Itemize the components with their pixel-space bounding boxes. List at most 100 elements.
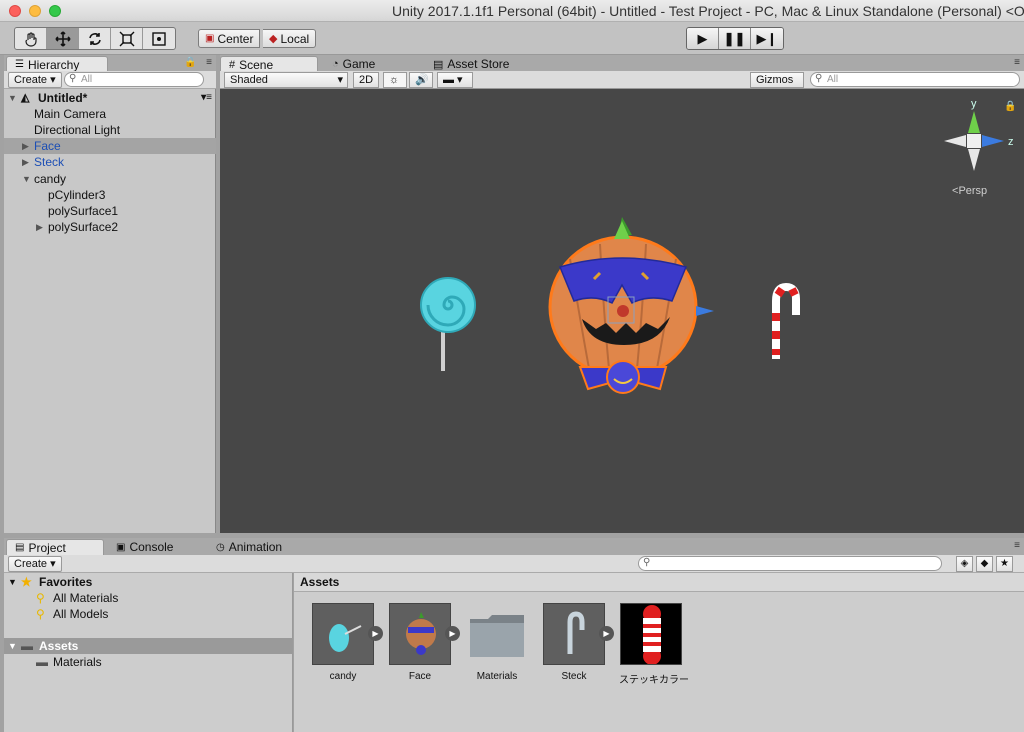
panel-menu-icon[interactable]: ≡ bbox=[206, 57, 212, 68]
collapse-arrow-icon[interactable]: ▼ bbox=[8, 638, 17, 654]
favorite-item[interactable]: ⚲ All Materials bbox=[4, 590, 293, 606]
favorites-label: Favorites bbox=[39, 575, 93, 589]
gizmos-dropdown[interactable]: Gizmos ▾ bbox=[750, 72, 804, 100]
favorites-row[interactable]: ▼ ★ Favorites bbox=[4, 574, 293, 590]
hierarchy-search-input[interactable]: ⚲ All bbox=[64, 72, 204, 87]
folder-item-label: Materials bbox=[53, 655, 102, 669]
pivot-center-button[interactable]: ▣ Center bbox=[198, 29, 261, 48]
pivot-local-button[interactable]: ◆ Local bbox=[263, 29, 317, 48]
expand-arrow-icon[interactable]: ▶ bbox=[36, 219, 43, 235]
minimize-window-button[interactable] bbox=[29, 5, 41, 17]
move-tool-button[interactable] bbox=[47, 28, 79, 49]
assets-root-row[interactable]: ▼ ▬ Assets bbox=[4, 638, 293, 654]
step-button[interactable]: ▶❙ bbox=[751, 28, 783, 49]
hierarchy-create-dropdown[interactable]: Create ▾ bbox=[8, 72, 62, 88]
hierarchy-item[interactable]: ▶ Face bbox=[4, 138, 216, 154]
hierarchy-item[interactable]: Main Camera bbox=[4, 106, 216, 122]
tab-project[interactable]: ▤ Project bbox=[6, 539, 104, 555]
asset-label: ステッキカラー bbox=[619, 675, 689, 686]
hierarchy-item[interactable]: pCylinder3 bbox=[4, 187, 216, 203]
expand-arrow-icon[interactable]: ▼ bbox=[8, 90, 17, 106]
hierarchy-item[interactable]: ▶ polySurface2 bbox=[4, 219, 216, 235]
scene-root-row[interactable]: ▼ ◭ Untitled* ▾≡ bbox=[4, 90, 216, 106]
close-window-button[interactable] bbox=[9, 5, 21, 17]
tab-hierarchy[interactable]: ☰ Hierarchy bbox=[6, 56, 108, 72]
hierarchy-item-label: Face bbox=[34, 139, 61, 153]
tab-scene-label: Scene bbox=[239, 57, 274, 72]
expand-asset-button[interactable]: ▶ bbox=[599, 626, 614, 641]
scene-name: Untitled* bbox=[38, 91, 88, 105]
hierarchy-item[interactable]: ▼ candy bbox=[4, 171, 216, 187]
scene-search-input[interactable]: ⚲ All bbox=[810, 72, 1020, 87]
favorite-item[interactable]: ⚲ All Models bbox=[4, 606, 293, 622]
lighting-toggle[interactable]: ☼ bbox=[383, 72, 407, 88]
lock-icon[interactable]: 🔒 bbox=[184, 57, 196, 68]
shading-mode-dropdown[interactable]: Shaded ▾ bbox=[224, 72, 348, 88]
hierarchy-item[interactable]: ▶ Steck bbox=[4, 154, 216, 170]
project-search-input[interactable]: ⚲ bbox=[638, 556, 942, 571]
expand-arrow-icon[interactable]: ▶ bbox=[22, 154, 29, 170]
hand-tool-button[interactable] bbox=[15, 28, 47, 49]
folder-item[interactable]: ▬ Materials bbox=[4, 654, 293, 670]
store-icon: ▤ bbox=[433, 58, 444, 71]
asset-tile[interactable]: Materials bbox=[465, 603, 529, 682]
scale-tool-button[interactable] bbox=[111, 28, 143, 49]
play-icon: ▶ bbox=[449, 629, 456, 638]
effects-dropdown[interactable]: ▬ ▾ bbox=[437, 72, 473, 88]
assets-header: Assets bbox=[294, 573, 1024, 592]
asset-tile[interactable]: candy bbox=[311, 603, 375, 682]
tab-animation[interactable]: ◷ Animation bbox=[208, 539, 290, 555]
folder-icon: ▬ bbox=[36, 655, 48, 669]
console-icon: ▣ bbox=[116, 541, 126, 553]
rect-tool-button[interactable] bbox=[143, 28, 175, 49]
orientation-gizmo[interactable]: y z 🔒 bbox=[944, 98, 1016, 171]
grid-icon: # bbox=[229, 58, 236, 71]
pause-icon: ❚❚ bbox=[723, 30, 746, 46]
asset-tile[interactable]: Face bbox=[388, 603, 452, 682]
asset-tile[interactable]: ステッキカラー bbox=[619, 603, 689, 686]
lollipop-model[interactable] bbox=[420, 277, 476, 371]
tab-scene[interactable]: # Scene bbox=[220, 56, 318, 72]
tab-game[interactable]: ◔ Game bbox=[324, 56, 383, 72]
pumpkin-face-model[interactable] bbox=[548, 217, 714, 394]
pivot-icon: ▣ bbox=[205, 33, 215, 44]
scene-viewport[interactable]: y z 🔒 bbox=[220, 89, 1024, 533]
star-icon: ★ bbox=[1000, 558, 1009, 569]
projection-toggle[interactable]: <Persp bbox=[952, 185, 987, 197]
filter-label-button[interactable]: ◆ bbox=[976, 556, 993, 572]
audio-toggle[interactable]: 🔊 bbox=[409, 72, 433, 88]
move-icon bbox=[54, 30, 71, 47]
tab-asset-store[interactable]: ▤ Asset Store bbox=[425, 56, 517, 72]
panel-menu-icon[interactable]: ≡ bbox=[1014, 540, 1020, 551]
mode-2d-toggle[interactable]: 2D bbox=[353, 72, 380, 88]
filter-type-button[interactable]: ◈ bbox=[956, 556, 973, 572]
collapse-arrow-icon[interactable]: ▼ bbox=[8, 574, 17, 590]
maximize-window-button[interactable] bbox=[49, 5, 61, 17]
tab-asset-store-label: Asset Store bbox=[447, 57, 510, 71]
scene-menu-icon[interactable]: ▾≡ bbox=[201, 90, 212, 106]
hierarchy-item[interactable]: polySurface1 bbox=[4, 203, 216, 219]
asset-tile[interactable]: Steck bbox=[542, 603, 606, 682]
pause-button[interactable]: ❚❚ bbox=[719, 28, 751, 49]
search-icon: ⚲ bbox=[69, 73, 77, 84]
window-title: Unity 2017.1.1f1 Personal (64bit) - Unti… bbox=[392, 3, 1024, 19]
collapse-arrow-icon[interactable]: ▼ bbox=[22, 171, 31, 187]
hierarchy-item-label: polySurface1 bbox=[48, 204, 119, 218]
gizmo-lock-icon[interactable]: 🔒 bbox=[1004, 100, 1016, 112]
folder-icon: ▤ bbox=[15, 542, 25, 553]
panel-menu-icon[interactable]: ≡ bbox=[1014, 57, 1020, 68]
candy-cane-model[interactable] bbox=[772, 282, 800, 359]
hierarchy-item[interactable]: Directional Light bbox=[4, 122, 216, 138]
project-create-dropdown[interactable]: Create ▾ bbox=[8, 556, 62, 572]
favorite-button[interactable]: ★ bbox=[996, 556, 1013, 572]
project-subbar: Create ▾ ⚲ ◈ ◆ ★ bbox=[4, 555, 1024, 573]
tab-console[interactable]: ▣ Console bbox=[108, 539, 181, 555]
play-button[interactable]: ▶ bbox=[687, 28, 719, 49]
shading-label: Shaded bbox=[230, 74, 268, 86]
tab-game-label: Game bbox=[342, 57, 376, 71]
expand-asset-button[interactable]: ▶ bbox=[445, 626, 460, 641]
expand-arrow-icon[interactable]: ▶ bbox=[22, 138, 29, 154]
rotate-tool-button[interactable] bbox=[79, 28, 111, 49]
expand-asset-button[interactable]: ▶ bbox=[368, 626, 383, 641]
scene-canvas[interactable]: y z 🔒 bbox=[220, 89, 1024, 533]
